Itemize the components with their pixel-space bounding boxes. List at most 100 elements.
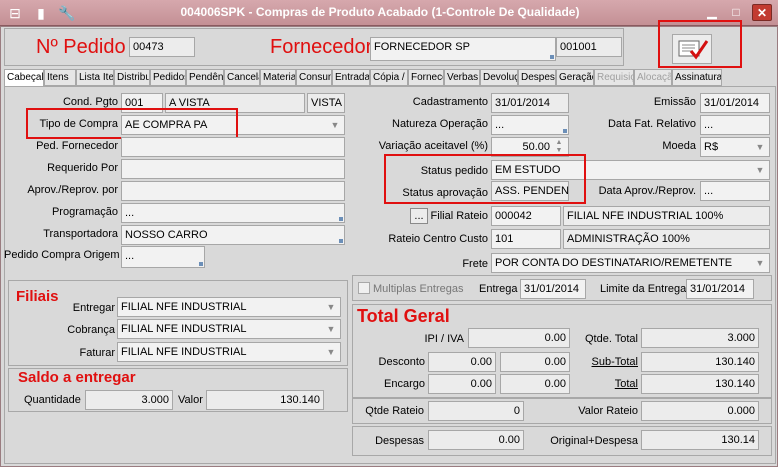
qtde-rateio-field: 0 [428,401,524,421]
minimize-button[interactable]: ▁ [702,4,722,21]
despesas-label: Despesas [375,435,424,447]
spin-icon[interactable]: ▲ ▼ [551,139,567,155]
requerido-field[interactable] [121,159,345,179]
data-aprov-label: Data Aprov./Reprov. [598,185,696,197]
natureza-label: Natureza Operação [392,118,488,130]
cond-pgto-extra-field: VISTA [307,93,345,113]
fornecedor-code-field[interactable]: 001001 [556,37,622,57]
tab-5[interactable]: Pendênc [186,69,224,86]
faturar-select[interactable]: FILIAL NFE INDUSTRIAL ▼ [117,342,341,362]
close-button[interactable]: ✕ [752,4,772,21]
entrega-field[interactable]: 31/01/2014 [520,279,586,299]
tab-11[interactable]: Fornece [408,69,444,86]
frete-label: Frete [462,258,488,270]
multiplas-entregas-checkbox[interactable] [358,282,370,294]
ped-fornecedor-field[interactable] [121,137,345,157]
pedido-field[interactable]: 00473 [129,37,195,57]
encargo-label: Encargo [384,378,425,390]
original-despesa-label: Original+Despesa [550,435,638,447]
pedido-origem-label: Pedido Compra Origem [4,249,120,261]
ipi-field: 0.00 [468,328,570,348]
rateio-cc-code-field[interactable]: 101 [491,229,561,249]
highlight-status [384,154,586,204]
qtde-total-field: 3.000 [641,328,759,348]
quantidade-label: Quantidade [24,394,81,406]
moeda-select[interactable]: R$ ▼ [700,137,770,157]
valor-field: 130.140 [206,390,324,410]
aprov-field[interactable] [121,181,345,201]
filial-rateio-button[interactable]: ... [410,208,428,224]
moeda-label: Moeda [662,140,696,152]
valor-rateio-label: Valor Rateio [578,405,638,417]
qtde-rateio-label: Qtde Rateio [365,405,424,417]
aprov-label: Aprov./Reprov. por [27,184,118,196]
cadastramento-label: Cadastramento [412,96,488,108]
requerido-label: Requerido Por [47,162,118,174]
tab-13[interactable]: Devoluç [480,69,518,86]
maximize-button[interactable]: □ [726,4,746,21]
traffic-light-icon[interactable]: ▮ [32,4,50,22]
tab-12[interactable]: Verbas [444,69,480,86]
total-label: Total [614,378,638,390]
natureza-field[interactable]: ... [491,115,569,135]
encargo-field-1: 0.00 [428,374,496,394]
entregar-label: Entregar [72,302,115,314]
subtotal-label: Sub-Total [591,356,638,368]
desconto-field-2: 0.00 [500,352,570,372]
fornecedor-name-field[interactable]: FORNECEDOR SP [370,37,556,61]
entrega-label: Entrega [479,283,518,295]
chevron-down-icon: ▼ [326,302,336,312]
data-aprov-field[interactable]: ... [700,181,770,201]
programacao-label: Programação [51,206,118,218]
total-geral-title: Total Geral [357,306,450,326]
tab-8[interactable]: Consum [296,69,332,86]
data-fat-field[interactable]: ... [700,115,770,135]
chevron-down-icon: ▼ [755,142,765,152]
tab-15[interactable]: Geração [556,69,594,86]
tab-7[interactable]: Materiai [260,69,296,86]
subtotal-field: 130.140 [641,352,759,372]
chevron-down-icon: ▼ [755,165,765,175]
rateio-cc-label: Rateio Centro Custo [388,233,488,245]
ped-fornecedor-label: Ped. Fornecedor [36,140,118,152]
tab-2[interactable]: Lista Ite [76,69,114,86]
limite-field[interactable]: 31/01/2014 [686,279,754,299]
multiplas-entregas-label: Multiplas Entregas [373,283,464,295]
tab-6[interactable]: Cancelac [224,69,260,86]
window-title: 004006SPK - Compras de Produto Acabado (… [180,5,580,19]
tab-14[interactable]: Despesa [518,69,556,86]
chevron-down-icon: ▼ [326,347,336,357]
cobranca-select[interactable]: FILIAL NFE INDUSTRIAL ▼ [117,319,341,339]
tab-9[interactable]: Entradas [332,69,370,86]
saldo-title: Saldo a entregar [18,369,136,386]
entregar-select[interactable]: FILIAL NFE INDUSTRIAL ▼ [117,297,341,317]
tab-16: Requisiç [594,69,634,86]
faturar-label: Faturar [79,347,115,359]
quantidade-field: 3.000 [85,390,173,410]
desconto-label: Desconto [378,356,425,368]
wrench-icon[interactable]: 🔧 [58,4,76,22]
encargo-field-2: 0.00 [500,374,570,394]
cobranca-label: Cobrança [67,324,115,336]
transportadora-field[interactable]: NOSSO CARRO [121,225,345,245]
fornecedor-label: Fornecedor [270,36,373,58]
despesas-field: 0.00 [428,430,524,450]
tab-10[interactable]: Cópia / [370,69,408,86]
frete-select[interactable]: POR CONTA DO DESTINATARIO/REMETENTE ▼ [491,253,770,273]
pedido-origem-field[interactable]: ... [121,246,205,268]
filial-rateio-code-field[interactable]: 000042 [491,206,561,226]
data-fat-label: Data Fat. Relativo [607,118,696,130]
cadastramento-field: 31/01/2014 [491,93,569,113]
emissao-field[interactable]: 31/01/2014 [700,93,770,113]
programacao-field[interactable]: ... [121,203,345,223]
tab-18[interactable]: Assinaturas [672,69,722,86]
valor-rateio-field: 0.000 [641,401,759,421]
tab-4[interactable]: Pedidos [150,69,186,86]
app-menu-icon[interactable]: ⊟ [6,4,24,22]
valor-label: Valor [178,394,203,406]
tab-3[interactable]: Distribui [114,69,150,86]
tab-0[interactable]: Cabeçal [4,69,44,87]
highlight-approve [658,20,742,68]
qtde-total-label: Qtde. Total [585,333,638,345]
tab-1[interactable]: Itens [44,69,76,86]
